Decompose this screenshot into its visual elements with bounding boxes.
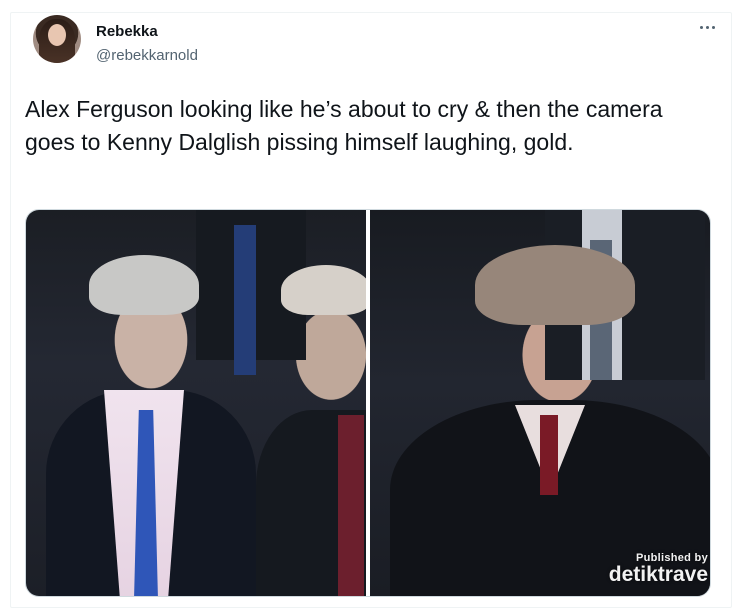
hair-right-person bbox=[281, 265, 366, 315]
more-horizontal-icon[interactable] bbox=[697, 21, 717, 33]
photo-right[interactable]: Published by detiktrave bbox=[370, 210, 710, 596]
dot bbox=[705, 25, 709, 29]
avatar-face bbox=[48, 24, 66, 46]
avatar[interactable] bbox=[33, 15, 81, 63]
media-grid[interactable]: Published by detiktrave bbox=[25, 209, 711, 597]
dot bbox=[711, 25, 715, 29]
hair-left bbox=[89, 255, 199, 315]
tie-right-person bbox=[338, 415, 364, 596]
tweet-text: Alex Ferguson looking like he’s about to… bbox=[25, 96, 663, 155]
background-tie bbox=[234, 225, 256, 375]
user-handle[interactable]: @rebekkarnold bbox=[96, 47, 198, 64]
tweet-card[interactable]: Rebekka @rebekkarnold Alex Ferguson look… bbox=[10, 12, 732, 608]
photo-left[interactable] bbox=[26, 210, 366, 596]
hair-main bbox=[475, 245, 635, 325]
tie-main bbox=[540, 415, 558, 495]
watermark: Published by detiktrave bbox=[609, 552, 708, 586]
display-name[interactable]: Rebekka bbox=[96, 23, 158, 40]
dot bbox=[699, 25, 703, 29]
watermark-brand: detiktrave bbox=[608, 563, 708, 586]
